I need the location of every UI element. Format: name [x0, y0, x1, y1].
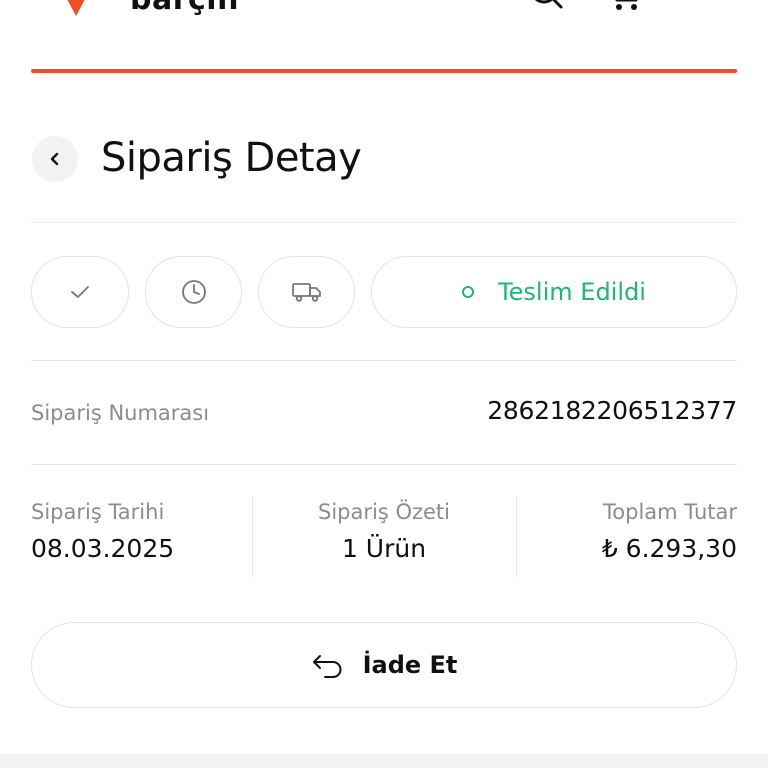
brand-name[interactable]: barçın [130, 0, 239, 17]
status-dot-icon [462, 286, 475, 298]
clock-icon [181, 280, 206, 304]
brand-logo-icon[interactable] [56, 0, 96, 18]
order-detail-page: barçın Sipariş Detay [0, 0, 768, 768]
order-number-label: Sipariş Numarası [31, 401, 210, 425]
divider [31, 222, 737, 223]
status-step-preparing [145, 256, 242, 328]
order-total-value: ₺ 6.293,30 [601, 534, 737, 563]
return-arrow-icon [311, 652, 345, 678]
back-button[interactable] [32, 136, 78, 182]
menu-icon[interactable] [688, 0, 724, 14]
status-step-confirmed [31, 256, 129, 328]
page-title: Sipariş Detay [101, 135, 362, 181]
cart-icon[interactable] [606, 0, 642, 14]
order-summary-block: Sipariş Özeti 1 Ürün [252, 500, 516, 563]
order-total-label: Toplam Tutar [603, 500, 737, 524]
order-summary-label: Sipariş Özeti [318, 500, 450, 524]
order-total-block: Toplam Tutar ₺ 6.293,30 [602, 500, 737, 563]
divider [31, 464, 737, 465]
order-summary-value: 1 Ürün [341, 534, 427, 563]
order-date-block: Sipariş Tarihi 08.03.2025 [31, 500, 174, 563]
order-number-value: 2862182206512377 [487, 396, 737, 425]
return-button-label: İade Et [362, 651, 458, 679]
header-accent-line [31, 69, 737, 73]
status-step-shipped [258, 256, 355, 328]
truck-icon [291, 283, 321, 302]
search-icon[interactable] [528, 0, 564, 14]
status-label: Teslim Edildi [498, 278, 646, 306]
bottom-band [0, 754, 768, 768]
status-step-delivered: Teslim Edildi [371, 256, 737, 328]
column-separator [516, 497, 517, 577]
chevron-left-icon [50, 152, 59, 166]
order-date-value: 08.03.2025 [31, 534, 175, 563]
order-date-label: Sipariş Tarihi [31, 500, 165, 524]
divider [31, 360, 737, 361]
check-icon [71, 286, 89, 298]
top-header: barçın [0, 0, 768, 74]
return-button[interactable]: İade Et [31, 622, 737, 708]
